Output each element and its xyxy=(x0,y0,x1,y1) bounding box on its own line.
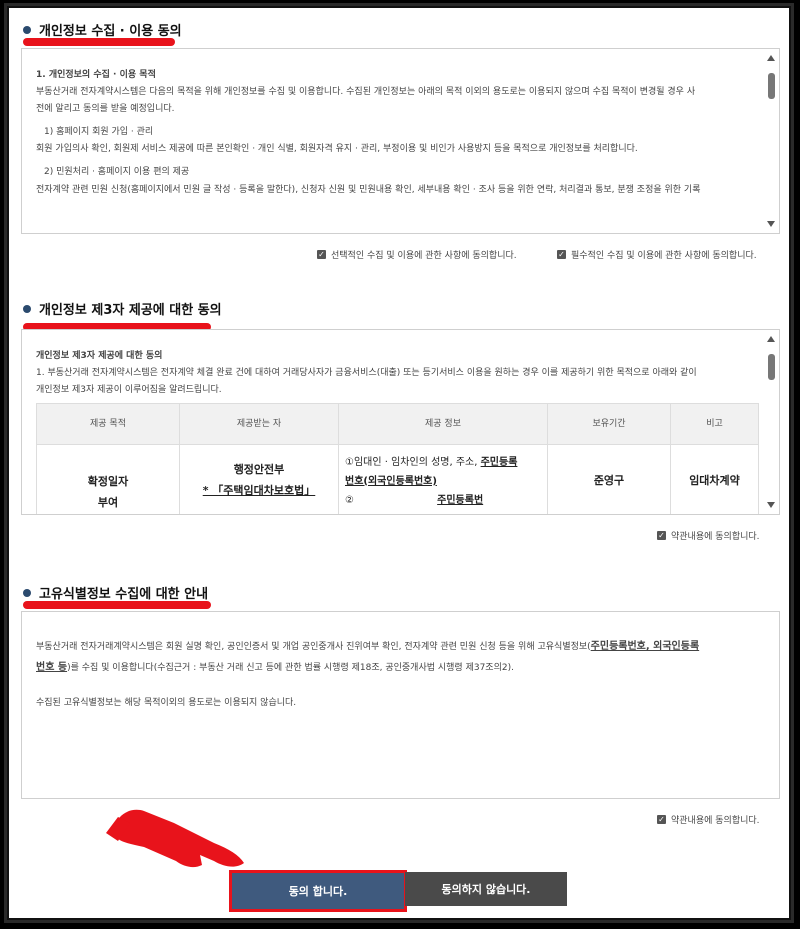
decline-button[interactable]: 동의하지 않습니다. xyxy=(405,872,567,906)
unique-para-2: 수집된 고유식별정보는 해당 목적이외의 용도로는 이용되지 않습니다. xyxy=(36,698,297,708)
provision-table: 제공 목적 제공받는 자 제공 정보 보유기간 비고 확정일자 부여 행정안전부… xyxy=(36,403,759,514)
section-title-personal: 개인정보 수집 · 이용 동의 xyxy=(23,20,182,39)
agree-required-checkbox[interactable]: ✓ 필수적인 수집 및 이용에 관한 사항에 동의합니다. xyxy=(557,248,757,261)
highlight-underline xyxy=(23,601,211,609)
agree-optional-checkbox[interactable]: ✓ 선택적인 수집 및 이용에 관한 사항에 동의합니다. xyxy=(317,248,517,261)
personal-item-2-text: 전자계약 관련 민원 신청(홈페이지에서 민원 글 작성 · 등록을 말한다),… xyxy=(36,184,701,195)
section-title-unique-id: 고유식별정보 수집에 대한 안내 xyxy=(23,583,208,602)
checkbox-checked-icon[interactable]: ✓ xyxy=(557,250,566,259)
personal-terms-box[interactable]: 1. 개인정보의 수집 · 이용 목적 부동산거래 전자계약시스템은 다음의 목… xyxy=(21,48,780,234)
scroll-up-icon[interactable] xyxy=(767,55,775,61)
scroll-thumb[interactable] xyxy=(768,73,775,99)
personal-item-1: 1) 홈페이지 회원 가입 · 관리 xyxy=(44,127,154,138)
personal-heading: 1. 개인정보의 수집 · 이용 목적 xyxy=(36,70,156,80)
bullet-icon xyxy=(23,25,31,34)
col-note: 비고 xyxy=(670,403,759,446)
third-para-cont: 개인정보 제3자 제공이 이루어짐을 알려드립니다. xyxy=(36,385,222,396)
bullet-icon xyxy=(23,588,31,597)
agree-button[interactable]: 동의 합니다. xyxy=(229,870,407,912)
checkbox-checked-icon[interactable]: ✓ xyxy=(657,531,666,540)
consent-page: 개인정보 수집 · 이용 동의 1. 개인정보의 수집 · 이용 목적 부동산거… xyxy=(7,6,791,920)
bullet-icon xyxy=(23,304,31,313)
unique-id-info-box: 부동산거래 전자거래계약시스템은 회원 실명 확인, 공인인증서 및 개업 공인… xyxy=(21,611,780,799)
col-period: 보유기간 xyxy=(547,403,671,446)
checkbox-checked-icon[interactable]: ✓ xyxy=(657,815,666,824)
col-receiver: 제공받는 자 xyxy=(179,403,339,446)
agree-third-party-checkbox[interactable]: ✓ 약관내용에 동의합니다. xyxy=(657,529,760,542)
scrollbar[interactable] xyxy=(765,51,777,231)
personal-item-1-text: 회원 가입의사 확인, 회원제 서비스 제공에 따른 본인확인 · 개인 식별,… xyxy=(36,144,638,155)
cell-note: 임대차계약 xyxy=(670,444,759,514)
third-party-terms-box[interactable]: 개인정보 제3자 제공에 대한 동의 1. 부동산거래 전자계약시스템은 전자계… xyxy=(21,329,780,515)
third-para: 1. 부동산거래 전자계약시스템은 전자계약 체결 완료 건에 대하여 거래당사… xyxy=(36,368,697,379)
section-title-third-party: 개인정보 제3자 제공에 대한 동의 xyxy=(23,299,222,318)
scroll-up-icon[interactable] xyxy=(767,336,775,342)
scroll-down-icon[interactable] xyxy=(767,502,775,508)
col-purpose: 제공 목적 xyxy=(36,403,180,446)
cell-receiver: 행정안전부 * 「주택임대차보호법」 xyxy=(179,444,339,514)
agree-unique-id-checkbox[interactable]: ✓ 약관내용에 동의합니다. xyxy=(657,813,760,826)
cell-info: ①임대인 · 임차인의 성명, 주소, 주민등록 번호(외국인등록번호) ② 주… xyxy=(338,444,548,514)
personal-para-cont: 전에 알리고 동의를 받을 예정입니다. xyxy=(36,104,175,115)
personal-para: 부동산거래 전자계약시스템은 다음의 목적을 위해 개인정보를 수집 및 이용합… xyxy=(36,87,696,98)
third-heading: 개인정보 제3자 제공에 대한 동의 xyxy=(36,351,163,361)
table-row: 확정일자 부여 행정안전부 * 「주택임대차보호법」 ①임대인 · 임차인의 성… xyxy=(36,444,759,514)
unique-para: 부동산거래 전자거래계약시스템은 회원 실명 확인, 공인인증서 및 개업 공인… xyxy=(36,641,700,673)
checkbox-checked-icon[interactable]: ✓ xyxy=(317,250,326,259)
scroll-down-icon[interactable] xyxy=(767,221,775,227)
personal-item-2: 2) 민원처리 · 홈페이지 이용 편의 제공 xyxy=(44,167,190,178)
highlight-underline xyxy=(23,38,175,46)
col-info: 제공 정보 xyxy=(338,403,548,446)
scrollbar[interactable] xyxy=(765,332,777,512)
cell-period: 준영구 xyxy=(547,444,671,514)
scroll-thumb[interactable] xyxy=(768,354,775,380)
cell-purpose: 확정일자 부여 xyxy=(36,444,180,514)
